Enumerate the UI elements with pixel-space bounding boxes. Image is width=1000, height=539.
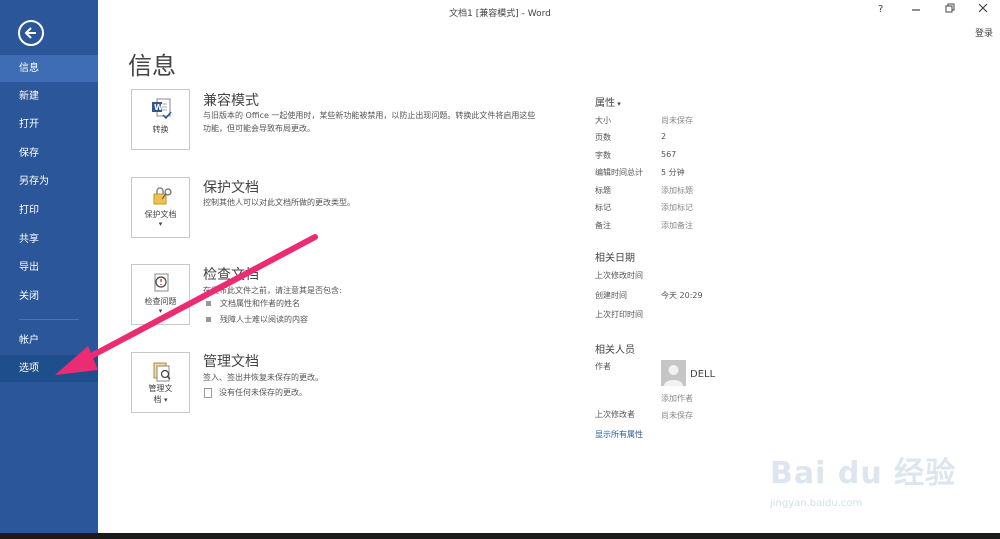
annotation-arrow <box>55 234 318 375</box>
taskbar <box>0 533 1000 539</box>
